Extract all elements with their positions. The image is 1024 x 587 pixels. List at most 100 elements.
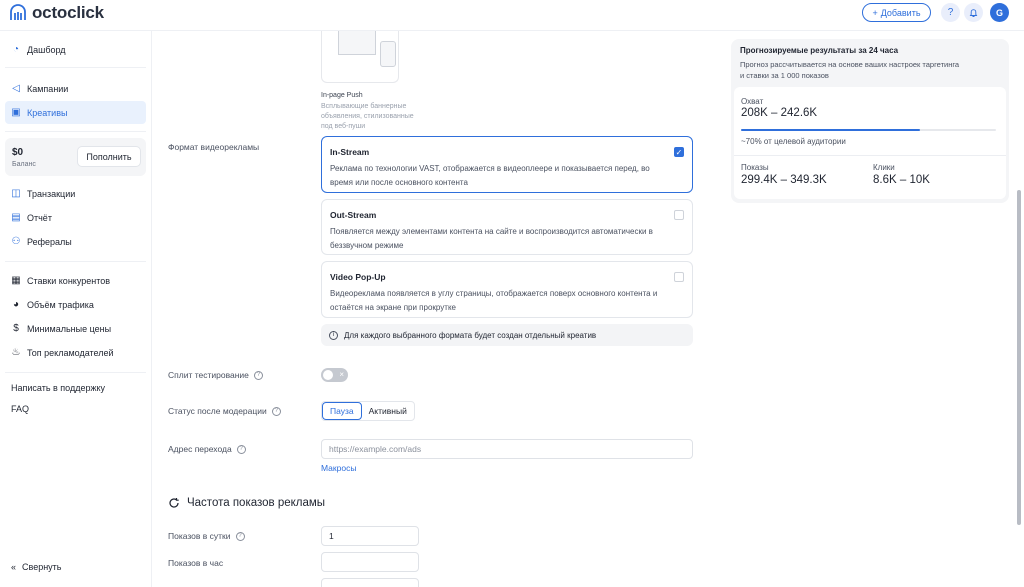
- reach-progress-bar: [741, 129, 996, 131]
- in-page-push-thumbnail[interactable]: [321, 31, 399, 83]
- forecast-subtitle: Прогноз рассчитывается на основе ваших н…: [740, 60, 960, 80]
- format-title: Video Pop-Up: [330, 272, 386, 282]
- impressions-value: 299.4K – 349.3K: [741, 174, 827, 186]
- bell-icon: [969, 8, 978, 17]
- format-option-instream[interactable]: In-Stream Реклама по технологии VAST, от…: [321, 136, 693, 193]
- sidebar-item-competitor-bids[interactable]: ▦ Ставки конкурентов: [5, 269, 146, 292]
- scrollbar[interactable]: [1017, 190, 1021, 525]
- sidebar-item-dashboard[interactable]: ◔ Дашборд: [5, 38, 146, 61]
- format-description: Появляется между элементами контента на …: [330, 227, 653, 250]
- chart-pie-icon: ◔: [12, 44, 20, 55]
- per-hour-input[interactable]: [321, 552, 419, 572]
- format-description: Видеореклама появляется в углу страницы,…: [330, 289, 658, 312]
- balance-amount: $0: [12, 147, 24, 158]
- avatar[interactable]: G: [990, 3, 1009, 22]
- sidebar-item-label: Отчёт: [27, 212, 52, 223]
- balance-label: Баланс: [12, 161, 36, 168]
- sidebar-divider: [5, 67, 146, 68]
- support-link[interactable]: Написать в поддержку: [11, 383, 105, 393]
- sidebar-item-label: Ставки конкурентов: [27, 275, 111, 286]
- format-option-video-popup[interactable]: Video Pop-Up Видеореклама появляется в у…: [321, 261, 693, 318]
- sidebar-item-creatives[interactable]: ▣ Креативы: [5, 101, 146, 124]
- megaphone-icon: ◁: [12, 83, 20, 94]
- url-label-text: Адрес перехода: [168, 444, 232, 454]
- thumbnail-description: Всплывающие баннерные объявления, стилиз…: [321, 103, 414, 130]
- reach-value: 208K – 242.6K: [741, 107, 818, 119]
- logo-text: octoclick: [32, 3, 104, 22]
- sidebar-item-traffic-volume[interactable]: ◕ Объём трафика: [5, 293, 146, 316]
- sidebar-divider: [5, 372, 146, 373]
- sidebar-item-label: Креативы: [27, 107, 68, 118]
- url-input[interactable]: [321, 439, 693, 459]
- fire-icon: ♨: [11, 347, 21, 358]
- format-option-outstream[interactable]: Out-Stream Появляется между элементами к…: [321, 199, 693, 255]
- next-input[interactable]: [321, 578, 419, 587]
- impressions-label: Показы: [741, 163, 769, 172]
- clicks-value: 8.6K – 10K: [873, 174, 930, 186]
- sidebar-item-top-advertisers[interactable]: ♨ Топ рекламодателей: [5, 341, 146, 364]
- plus-icon: +: [872, 7, 878, 18]
- format-description: Реклама по технологии VAST, отображается…: [330, 164, 650, 187]
- wallet-icon: ◫: [11, 188, 21, 199]
- sidebar-item-transactions[interactable]: ◫ Транзакции: [5, 182, 146, 205]
- collapse-button[interactable]: « Свернуть: [11, 562, 62, 572]
- sidebar-divider: [5, 131, 146, 132]
- per-hour-label: Показов в час: [168, 558, 223, 568]
- sidebar-item-label: Минимальные цены: [27, 323, 112, 334]
- add-button[interactable]: + Добавить: [862, 3, 931, 22]
- help-icon[interactable]: ?: [271, 406, 281, 416]
- reach-progress-fill: [741, 129, 920, 131]
- per-day-label: Показов в сутки ?: [168, 531, 245, 541]
- info-icon: i: [329, 330, 338, 340]
- help-icon[interactable]: ?: [235, 531, 245, 541]
- moderation-status-label: Статус после модерации ?: [168, 406, 281, 416]
- octopus-logo-icon: [10, 4, 26, 20]
- help-button[interactable]: ?: [941, 3, 960, 22]
- notifications-button[interactable]: [964, 3, 983, 22]
- format-note-text: Для каждого выбранного формата будет соз…: [344, 330, 597, 340]
- close-icon: ×: [339, 370, 344, 379]
- logo[interactable]: octoclick: [8, 3, 104, 23]
- per-day-label-text: Показов в сутки: [168, 531, 231, 541]
- checkbox[interactable]: [674, 210, 684, 220]
- moderation-status-label-text: Статус после модерации: [168, 406, 267, 416]
- help-icon[interactable]: ?: [236, 444, 246, 454]
- pie-icon: ◕: [12, 299, 20, 310]
- sidebar-item-min-prices[interactable]: $ Минимальные цены: [5, 317, 146, 340]
- collapse-label: Свернуть: [22, 562, 62, 572]
- format-label-text: Формат видеорекламы: [168, 142, 260, 152]
- sidebar-item-label: Рефералы: [27, 236, 72, 247]
- checkbox[interactable]: [674, 272, 684, 282]
- split-test-toggle[interactable]: ×: [321, 368, 348, 382]
- forecast-card: Охват 208K – 242.6K ~70% от целевой ауди…: [734, 87, 1006, 199]
- frequency-title-text: Частота показов рекламы: [187, 497, 326, 509]
- sidebar-item-campaigns[interactable]: ◁ Кампании: [5, 77, 146, 100]
- per-day-input[interactable]: [321, 526, 419, 546]
- sidebar-item-label: Объём трафика: [27, 299, 94, 310]
- sidebar-item-label: Дашборд: [27, 44, 66, 55]
- help-icon[interactable]: ?: [253, 370, 263, 380]
- double-chevron-left-icon: «: [11, 562, 17, 572]
- add-button-label: Добавить: [880, 7, 921, 18]
- reach-note: ~70% от целевой аудитории: [741, 137, 846, 146]
- phone-shape: [380, 41, 396, 67]
- forecast-divider: [734, 155, 1006, 156]
- faq-link[interactable]: FAQ: [11, 404, 29, 414]
- macros-link[interactable]: Макросы: [321, 463, 356, 473]
- url-label: Адрес перехода ?: [168, 444, 246, 454]
- reach-label: Охват: [741, 97, 764, 106]
- sidebar-item-report[interactable]: ▤ Отчёт: [5, 206, 146, 229]
- status-option-pause[interactable]: Пауза: [322, 402, 362, 420]
- status-option-active[interactable]: Активный: [362, 402, 414, 420]
- checkbox-checked-icon[interactable]: ✓: [674, 147, 684, 157]
- sidebar-item-referrals[interactable]: ⚇ Рефералы: [5, 230, 146, 253]
- users-icon: ⚇: [11, 236, 21, 247]
- banner-shape: [338, 31, 376, 55]
- split-test-label-text: Сплит тестирование: [168, 370, 249, 380]
- frequency-section-title: Частота показов рекламы: [168, 497, 325, 509]
- forecast-panel: Прогнозируемые результаты за 24 часа Про…: [731, 39, 1009, 203]
- top-bar: octoclick + Добавить ? G: [0, 0, 1024, 31]
- topup-button[interactable]: Пополнить: [77, 146, 141, 167]
- document-icon: ▤: [11, 212, 21, 223]
- format-title: Out-Stream: [330, 210, 377, 220]
